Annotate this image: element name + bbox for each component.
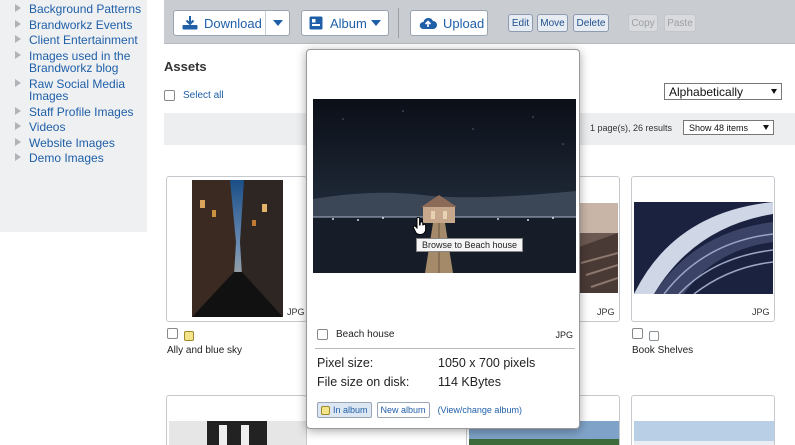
chevron-down-icon: [272, 20, 283, 26]
sidebar-item-brandworkz-events[interactable]: Brandworkz Events: [15, 18, 147, 32]
sort-order-select[interactable]: Alphabetically: [664, 83, 782, 100]
sidebar-item-staff-profile[interactable]: Staff Profile Images: [15, 105, 147, 119]
expand-triangle-icon[interactable]: [15, 35, 21, 43]
album-actions: In album New album (View/change album): [317, 402, 522, 418]
folder-sidebar: Background Patterns Brandworkz Events Cl…: [0, 0, 147, 232]
asset-card[interactable]: [166, 395, 307, 445]
asset-select-checkbox[interactable]: [167, 328, 178, 339]
expand-triangle-icon[interactable]: [15, 122, 21, 130]
preview-asset-name: Beach house: [336, 329, 395, 340]
in-album-tag-icon[interactable]: [183, 331, 194, 342]
upload-cloud-icon: [419, 17, 437, 29]
assets-heading: Assets: [164, 59, 207, 74]
preview-select-checkbox[interactable]: [317, 329, 328, 340]
chevron-down-icon: [371, 20, 381, 26]
expand-triangle-icon[interactable]: [15, 19, 21, 28]
file-size-row: File size on disk: 114 KBytes: [317, 375, 501, 389]
download-label: Download: [204, 15, 262, 31]
pixel-size-label: Pixel size:: [317, 356, 374, 370]
asset-toolbar: Download Album Upload Edit Move Delete C…: [164, 0, 795, 44]
pixel-size-row: Pixel size: 1050 x 700 pixels: [317, 356, 535, 370]
asset-card[interactable]: [631, 395, 775, 445]
sidebar-item-raw-social-media[interactable]: Raw Social Media Images: [15, 77, 147, 103]
delete-button[interactable]: Delete: [573, 14, 609, 32]
card-selectors: [167, 328, 194, 342]
sidebar-item-website-images[interactable]: Website Images: [15, 136, 147, 150]
upload-button[interactable]: Upload: [410, 10, 488, 36]
edit-button[interactable]: Edit: [508, 14, 533, 32]
sidebar-item-videos[interactable]: Videos: [15, 121, 147, 134]
album-button[interactable]: Album: [301, 10, 389, 36]
download-button[interactable]: Download: [173, 10, 290, 36]
select-all-control[interactable]: Select all: [164, 90, 224, 101]
expand-triangle-icon[interactable]: [15, 4, 21, 12]
asset-thumbnail[interactable]: [634, 421, 774, 445]
items-per-page-select[interactable]: Show 48 items: [683, 120, 774, 135]
asset-caption[interactable]: Book Shelves: [632, 345, 693, 356]
sidebar-item-blog-images[interactable]: Images used in the Brandworkz blog: [15, 49, 147, 75]
asset-preview-popup: Browse to Beach house Beach house JPG Pi…: [306, 49, 580, 429]
asset-thumbnail[interactable]: [169, 421, 306, 445]
copy-button[interactable]: Copy: [628, 14, 658, 32]
download-icon: [182, 16, 198, 30]
asset-thumbnail[interactable]: [192, 180, 283, 317]
sidebar-item-client-entertainment[interactable]: Client Entertainment: [15, 34, 147, 47]
sidebar-item-background-patterns[interactable]: Background Patterns: [15, 3, 147, 16]
dropdown-arrow-icon: [771, 89, 777, 94]
sidebar-item-demo-images[interactable]: Demo Images: [15, 152, 147, 165]
preview-file-type: JPG: [555, 329, 573, 340]
browse-tooltip: Browse to Beach house: [416, 238, 524, 252]
dropdown-arrow-icon: [763, 125, 769, 130]
select-all-label[interactable]: Select all: [183, 90, 224, 101]
sort-order-value: Alphabetically: [669, 84, 744, 99]
asset-thumbnail[interactable]: [634, 202, 773, 294]
file-type-label: JPG: [287, 307, 305, 317]
download-dropdown-toggle[interactable]: [265, 11, 289, 35]
asset-card-ally-blue-sky[interactable]: JPG: [166, 176, 307, 322]
file-type-label: JPG: [597, 307, 615, 317]
view-change-album-link[interactable]: (View/change album): [438, 405, 522, 415]
expand-triangle-icon[interactable]: [15, 78, 21, 87]
upload-label: Upload: [443, 15, 485, 31]
file-type-label: JPG: [752, 307, 770, 317]
asset-card-book-shelves[interactable]: JPG: [631, 176, 775, 322]
expand-triangle-icon[interactable]: [15, 153, 21, 161]
dam-page: Background Patterns Brandworkz Events Cl…: [0, 0, 795, 445]
album-label: Album: [330, 15, 367, 31]
file-size-label: File size on disk:: [317, 375, 410, 389]
paste-button[interactable]: Paste: [664, 14, 696, 32]
items-per-page-value: Show 48 items: [689, 122, 749, 133]
asset-select-checkbox[interactable]: [632, 328, 643, 339]
expand-triangle-icon[interactable]: [15, 50, 21, 59]
asset-caption[interactable]: Ally and blue sky: [167, 345, 242, 356]
new-album-button[interactable]: New album: [376, 402, 430, 418]
results-count: 1 page(s), 26 results: [590, 123, 673, 133]
expand-triangle-icon[interactable]: [15, 106, 21, 115]
album-tag-icon[interactable]: [648, 331, 659, 342]
preview-name-row: Beach house JPG: [317, 329, 573, 340]
preview-divider: [315, 348, 575, 349]
hand-cursor-icon: [413, 217, 427, 235]
album-dropdown-toggle[interactable]: [364, 11, 388, 35]
select-all-checkbox[interactable]: [164, 90, 175, 101]
pixel-size-value: 1050 x 700 pixels: [438, 356, 536, 370]
card-selectors: [632, 328, 659, 342]
move-button[interactable]: Move: [537, 14, 568, 32]
in-album-button[interactable]: In album: [317, 402, 372, 418]
toolbar-divider: [398, 8, 399, 38]
preview-image[interactable]: Browse to Beach house: [313, 99, 576, 273]
expand-triangle-icon[interactable]: [15, 137, 21, 146]
asset-thumbnail[interactable]: [576, 203, 618, 293]
album-icon: [309, 16, 323, 30]
in-album-tag-icon: [321, 405, 330, 415]
file-size-value: 114 KBytes: [438, 375, 502, 389]
